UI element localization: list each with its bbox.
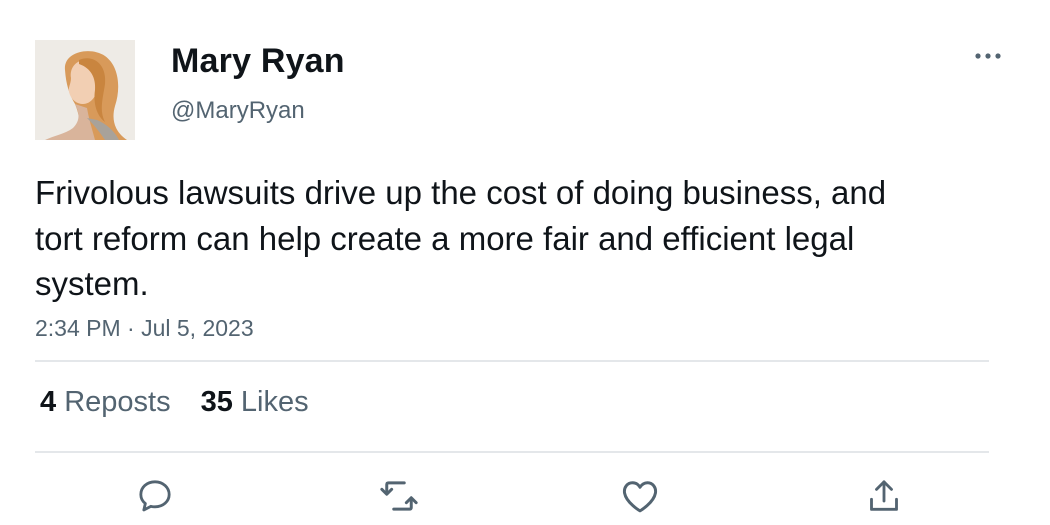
engagement-stats: 4 Reposts 35 Likes [40,386,309,419]
tweet-text: Frivolous lawsuits drive up the cost of … [35,174,887,302]
reply-button[interactable] [133,474,177,518]
author-handle[interactable]: @MaryRyan [171,97,305,125]
avatar-image [35,40,135,140]
reposts-label: Reposts [64,386,171,418]
repost-button[interactable] [377,474,421,518]
share-button[interactable] [862,474,906,518]
reposts-stat[interactable]: 4 Reposts [40,386,171,419]
tweet-timestamp[interactable]: 2:34 PM · Jul 5, 2023 [35,315,254,342]
more-options-button[interactable] [970,42,1006,70]
like-icon [622,481,658,513]
likes-stat[interactable]: 35 Likes [201,386,309,419]
reply-icon [139,480,171,512]
like-button[interactable] [618,474,662,518]
likes-count: 35 [200,386,233,418]
reposts-count: 4 [40,386,57,418]
divider [35,360,989,362]
author-display-name[interactable]: Mary Ryan [171,42,345,81]
divider [35,451,989,453]
more-horizontal-icon [975,53,1001,59]
share-icon [870,480,898,511]
avatar[interactable] [35,40,135,140]
likes-label: Likes [240,386,309,418]
repost-icon [380,481,418,511]
